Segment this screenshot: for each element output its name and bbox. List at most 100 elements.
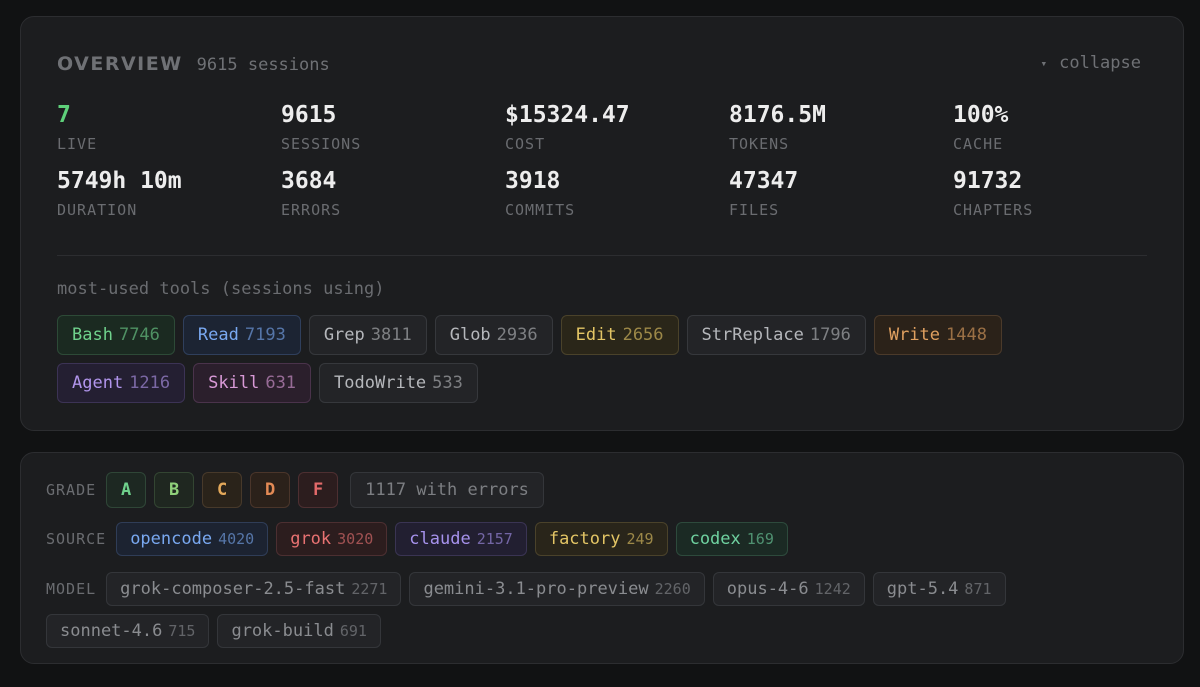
stat-commits-label: COMMITS — [505, 201, 576, 219]
stat-cost: $15324.47 COST — [505, 101, 729, 153]
tools-list: Bash 7746 Read 7193 Grep 3811 Glob 2936 Edit 2656… — [57, 315, 1137, 403]
model-chip-sonnet-4-6[interactable]: sonnet-4.6 715 — [46, 614, 210, 648]
stat-cost-label: COST — [505, 135, 546, 153]
tool-chip-write[interactable]: Write 1448 — [873, 315, 1002, 355]
tool-chip-todowrite[interactable]: TodoWrite 533 — [319, 363, 478, 403]
tools-label: most-used tools (sessions using) — [57, 279, 385, 299]
stat-tokens-value: 8176.5M — [729, 102, 826, 128]
tool-chip-edit[interactable]: Edit 2656 — [560, 315, 679, 355]
tool-chip-skill[interactable]: Skill 631 — [193, 363, 312, 403]
model-chip-opus-4-6-count: 1242 — [814, 580, 851, 598]
collapse-button[interactable]: ▾ collapse — [1040, 53, 1141, 73]
tool-chip-todowrite-count: 533 — [432, 373, 463, 393]
tool-chip-write-name: Write — [888, 325, 941, 345]
stats-grid: 7 LIVE 9615 SESSIONS $15324.47 COST 8176.5M TOK… — [57, 101, 1157, 219]
stat-commits-value: 3918 — [505, 168, 561, 194]
source-filter-row: SOURCE opencode 4020 grok 3020 claude 2157 fac… — [46, 522, 788, 556]
model-chip-sonnet-4-6-name: sonnet-4.6 — [60, 621, 163, 641]
model-chip-gpt-5-4[interactable]: gpt-5.4 871 — [872, 572, 1006, 606]
model-chip-grok-build-count: 691 — [339, 622, 367, 640]
source-chip-grok-count: 3020 — [337, 530, 374, 548]
stat-live: 7 LIVE — [57, 101, 281, 153]
source-chip-codex-name: codex — [689, 529, 741, 549]
source-chip-opencode[interactable]: opencode 4020 — [116, 522, 269, 556]
errors-filter-chip[interactable]: 1117 with errors — [350, 472, 544, 508]
model-chip-gpt-5-4-name: gpt-5.4 — [886, 579, 959, 599]
tool-chip-grep-count: 3811 — [370, 325, 412, 345]
stat-files-value: 47347 — [729, 168, 799, 194]
tool-chip-todowrite-name: TodoWrite — [334, 373, 427, 393]
model-label: MODEL — [46, 580, 97, 598]
stat-errors-label: ERRORS — [281, 201, 342, 219]
model-chip-opus-4-6[interactable]: opus-4-6 1242 — [712, 572, 865, 606]
model-chip-opus-4-6-name: opus-4-6 — [726, 579, 809, 599]
stat-sessions-label: SESSIONS — [281, 135, 362, 153]
model-chip-gemini-3-1-pro-preview-name: gemini-3.1-pro-preview — [423, 579, 649, 599]
source-chip-claude-count: 2157 — [476, 530, 513, 548]
collapse-label: collapse — [1059, 53, 1141, 73]
tool-chip-read[interactable]: Read 7193 — [182, 315, 301, 355]
triangle-down-icon: ▾ — [1040, 56, 1048, 70]
grade-chip-c[interactable]: C — [202, 472, 243, 508]
source-chip-codex-count: 169 — [746, 530, 774, 548]
source-chip-factory-count: 249 — [626, 530, 654, 548]
tool-chip-glob[interactable]: Glob 2936 — [434, 315, 553, 355]
grade-filter-row: GRADE A B C D F 1117 with errors — [46, 472, 544, 508]
model-filter-row: MODEL grok-composer-2.5-fast 2271 gemini-3… — [46, 572, 1146, 648]
grade-chip-b[interactable]: B — [154, 472, 195, 508]
model-chip-grok-composer-2-5-fast[interactable]: grok-composer-2.5-fast 2271 — [106, 572, 402, 606]
tool-chip-read-count: 7193 — [244, 325, 286, 345]
source-chip-factory-name: factory — [548, 529, 621, 549]
stat-chapters-value: 91732 — [953, 168, 1023, 194]
grade-label: GRADE — [46, 481, 97, 499]
tool-chip-read-name: Read — [197, 325, 239, 345]
tool-chip-strreplace-name: StrReplace — [701, 325, 804, 345]
stat-live-label: LIVE — [57, 135, 98, 153]
tool-chip-grep-name: Grep — [323, 325, 365, 345]
source-label: SOURCE — [46, 530, 107, 548]
stat-files: 47347 FILES — [729, 167, 953, 219]
tool-chip-glob-name: Glob — [449, 325, 491, 345]
model-chip-grok-composer-2-5-fast-count: 2271 — [351, 580, 388, 598]
overview-panel: OVERVIEW 9615 sessions ▾ collapse 7 LIVE 9… — [20, 16, 1184, 431]
grade-chip-a[interactable]: A — [106, 472, 147, 508]
tool-chip-strreplace-count: 1796 — [809, 325, 851, 345]
source-chip-grok[interactable]: grok 3020 — [276, 522, 388, 556]
stat-cache: 100% CACHE — [953, 101, 1177, 153]
stat-errors: 3684 ERRORS — [281, 167, 505, 219]
stat-sessions-value: 9615 — [281, 102, 337, 128]
stat-duration: 5749h 10m DURATION — [57, 167, 281, 219]
tool-chip-grep[interactable]: Grep 3811 — [308, 315, 427, 355]
session-count: 9615 sessions — [196, 55, 330, 75]
filters-panel: GRADE A B C D F 1117 with errors SOURCE openc… — [20, 452, 1184, 664]
tool-chip-skill-count: 631 — [265, 373, 297, 393]
model-chip-grok-build[interactable]: grok-build 691 — [217, 614, 381, 648]
source-chip-claude[interactable]: claude 2157 — [395, 522, 527, 556]
stat-cache-label: CACHE — [953, 135, 1004, 153]
source-chip-codex[interactable]: codex 169 — [675, 522, 788, 556]
model-chip-gemini-3-1-pro-preview-count: 2260 — [654, 580, 691, 598]
tool-chip-skill-name: Skill — [208, 373, 260, 393]
tool-chip-edit-name: Edit — [575, 325, 617, 345]
source-chip-claude-name: claude — [409, 529, 471, 549]
stat-cache-value: 100% — [953, 102, 1009, 128]
model-chip-grok-build-name: grok-build — [231, 621, 334, 641]
stat-chapters-label: CHAPTERS — [953, 201, 1034, 219]
stat-tokens-label: TOKENS — [729, 135, 790, 153]
overview-header: OVERVIEW 9615 sessions — [57, 53, 330, 75]
stat-duration-label: DURATION — [57, 201, 138, 219]
grade-chip-f[interactable]: F — [298, 472, 339, 508]
grade-chip-d[interactable]: D — [250, 472, 291, 508]
model-chip-grok-composer-2-5-fast-name: grok-composer-2.5-fast — [120, 579, 346, 599]
stat-errors-value: 3684 — [281, 168, 337, 194]
model-chip-sonnet-4-6-count: 715 — [168, 622, 196, 640]
tool-chip-agent[interactable]: Agent 1216 — [57, 363, 186, 403]
divider — [57, 255, 1147, 256]
tool-chip-edit-count: 2656 — [622, 325, 664, 345]
source-chip-opencode-name: opencode — [130, 529, 213, 549]
tool-chip-bash[interactable]: Bash 7746 — [57, 315, 175, 355]
source-chip-factory[interactable]: factory 249 — [534, 522, 668, 556]
model-chip-gemini-3-1-pro-preview[interactable]: gemini-3.1-pro-preview 2260 — [409, 572, 705, 606]
tool-chip-bash-count: 7746 — [118, 325, 160, 345]
tool-chip-strreplace[interactable]: StrReplace 1796 — [686, 315, 866, 355]
